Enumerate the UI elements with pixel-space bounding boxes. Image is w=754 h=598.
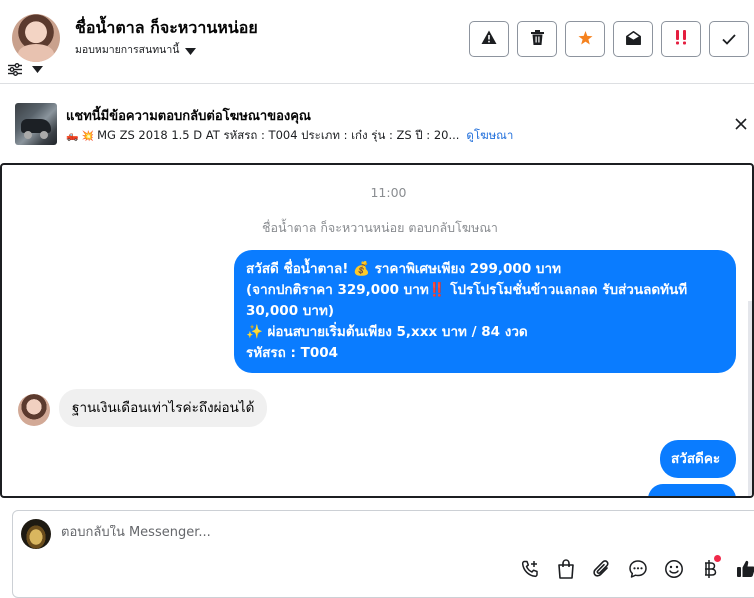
assign-dropdown[interactable]: มอบหมายการสนทนานี้ (75, 40, 197, 59)
warning-icon (481, 30, 497, 49)
banner-subtitle: MG ZS 2018 1.5 D AT รหัสรถ : T004 ประเภท… (97, 128, 460, 142)
mark-unread-button[interactable] (613, 21, 653, 57)
conversation-header: ชื่อน้ำตาล ก็จะหวานหน่อย มอบหมายการสนทนา… (0, 0, 754, 84)
thumbs-up-icon[interactable] (734, 557, 754, 581)
ad-reply-note: ชื่อน้ำตาล ก็จะหวานหน่อย ตอบกลับโฆษณา (262, 220, 498, 235)
chevron-down-icon (185, 40, 197, 59)
trash-icon (530, 29, 544, 49)
message-line: ✨ ผ่อนสบายเริ่มต้นเพียง 5,xxx บาท / 84 ง… (246, 324, 528, 340)
outgoing-message[interactable]: สวัสดีคะ (660, 440, 736, 478)
banner-title: แชทนี้มีข้อความตอบกลับต่อโฆษณาของคุณ (66, 109, 311, 124)
sliders-icon[interactable] (8, 63, 22, 76)
message-thread[interactable]: 11:00 ชื่อน้ำตาล ก็จะหวานหน่อย ตอบกลับโฆ… (0, 163, 754, 498)
ad-reply-banner: แชทนี้มีข้อความตอบกลับต่อโฆษณาของคุณ 🛻 💥… (0, 85, 754, 159)
contact-name[interactable]: ชื่อน้ำตาล ก็จะหวานหน่อย (75, 16, 258, 41)
contact-avatar[interactable] (12, 14, 60, 62)
scrollbar[interactable] (748, 301, 752, 496)
chat-bubble-icon[interactable] (626, 557, 650, 581)
assign-label: มอบหมายการสนทนานี้ (75, 44, 180, 56)
follow-up-button[interactable] (661, 21, 701, 57)
message-line: 30,000 บาท) (246, 303, 335, 319)
paperclip-icon[interactable] (590, 557, 614, 581)
composer-tools (518, 555, 754, 581)
call-add-icon[interactable] (518, 557, 542, 581)
ad-thumbnail[interactable] (15, 103, 57, 145)
action-buttons (469, 21, 749, 57)
envelope-open-icon (625, 30, 641, 49)
baht-icon[interactable] (698, 555, 722, 581)
delete-button[interactable] (517, 21, 557, 57)
message-line: รหัสรถ : T004 (246, 345, 339, 361)
outgoing-message-partial[interactable] (648, 484, 736, 496)
filter-row (8, 63, 43, 76)
star-icon (578, 30, 593, 49)
check-icon (722, 30, 736, 49)
message-line: (จากปกติราคา 329,000 บาท‼️ โปรโปรโมชั่นข… (246, 282, 688, 298)
smiley-icon[interactable] (662, 557, 686, 581)
star-button[interactable] (565, 21, 605, 57)
close-banner-button[interactable] (732, 115, 750, 133)
banner-subtitle-row: 🛻 💥 MG ZS 2018 1.5 D AT รหัสรถ : T004 ปร… (66, 127, 513, 145)
message-line: สวัสดี ชื่อน้ำตาล! 💰 ราคาพิเศษเพียง 299,… (246, 261, 561, 277)
reply-composer (12, 510, 754, 598)
contact-avatar-small (18, 394, 50, 426)
reply-input[interactable] (61, 525, 561, 540)
notification-dot (714, 555, 721, 562)
spam-button[interactable] (469, 21, 509, 57)
shopping-bag-icon[interactable] (554, 557, 578, 581)
close-icon (735, 115, 747, 134)
mark-done-button[interactable] (709, 21, 749, 57)
page-avatar (21, 519, 51, 549)
double-exclamation-icon (674, 29, 688, 49)
outgoing-message[interactable]: สวัสดี ชื่อน้ำตาล! 💰 ราคาพิเศษเพียง 299,… (234, 250, 736, 373)
incoming-message[interactable]: ฐานเงินเดือนเท่าไรค่ะถึงผ่อนได้ (59, 389, 268, 427)
message-timestamp: 11:00 (370, 185, 407, 200)
car-emoji: 🛻 💥 (66, 130, 95, 142)
view-ad-link[interactable]: ดูโฆษณา (466, 127, 513, 145)
chevron-down-icon[interactable] (32, 66, 43, 73)
